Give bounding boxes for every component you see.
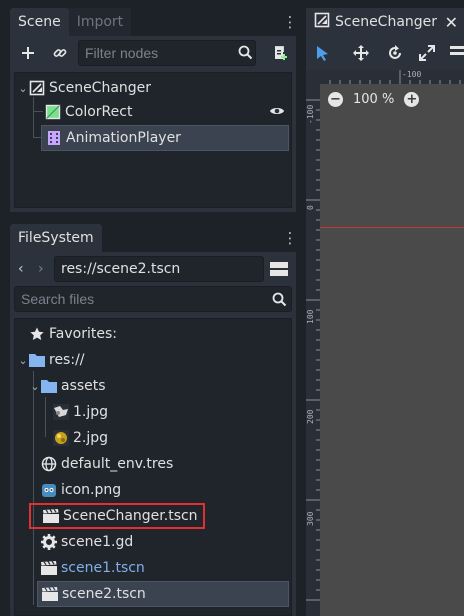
filesystem-dock-panel: ‹ › res://scene2.tscn Favorites: ⌄ (10, 252, 296, 616)
search-icon (238, 45, 253, 64)
tree-item-label: scene1.gd (61, 534, 134, 550)
tab-filesystem[interactable]: FileSystem (10, 224, 102, 252)
tree-item-assets[interactable]: ⌄ assets (29, 373, 106, 399)
tree-node-colorrect[interactable]: ColorRect (45, 99, 289, 125)
clapperboard-icon (42, 586, 58, 602)
scene-tab-icon (314, 12, 330, 32)
tree-item-label: 2.jpg (73, 430, 109, 446)
zoom-controls: − 100 % + (328, 92, 420, 107)
folder-icon (41, 378, 57, 394)
gear-icon (41, 534, 57, 550)
scene-tree: ⌄ SceneChanger ColorRect AnimationPlayer (14, 72, 292, 208)
file-tree: Favorites: ⌄ res:// ⌄ assets 1.jpg 2.jpg… (14, 318, 292, 616)
tree-item-label: assets (61, 378, 106, 394)
collapse-arrow-icon[interactable]: ⌄ (17, 354, 29, 367)
select-tool-icon[interactable] (316, 45, 330, 65)
add-node-button[interactable] (16, 41, 40, 65)
search-files-input[interactable] (14, 286, 292, 312)
tab-scene[interactable]: Scene (10, 8, 69, 36)
tree-item-icon-png[interactable]: icon.png (41, 477, 121, 503)
back-arrow-icon[interactable]: ‹ (18, 261, 24, 277)
rotate-tool-icon[interactable] (386, 44, 404, 66)
star-icon (29, 326, 45, 342)
image-thumbnail-icon (53, 404, 69, 420)
tree-node-label: ColorRect (65, 104, 133, 120)
attach-script-button[interactable] (268, 41, 292, 65)
vertical-ruler: -100 0 100 200 300 (306, 84, 320, 616)
move-tool-icon[interactable] (352, 44, 370, 66)
ruler-label: 100 (306, 309, 315, 324)
viewport-toolbar (306, 36, 464, 70)
zoom-level[interactable]: 100 % (353, 92, 394, 107)
viewport-tabbar: SceneChanger ✕ (306, 8, 464, 36)
tree-item-label: scene1.tscn (61, 560, 145, 576)
visibility-eye-icon[interactable] (269, 104, 285, 122)
path-field[interactable]: res://scene2.tscn (54, 256, 264, 282)
environment-icon (41, 456, 57, 472)
tree-item-label: 1.jpg (73, 404, 109, 420)
ruler-label: -100 (402, 70, 422, 79)
tree-item-label: scene2.tscn (62, 586, 146, 602)
tree-item-scenechanger-tscn[interactable]: SceneChanger.tscn (29, 503, 205, 529)
collapse-arrow-icon[interactable]: ⌄ (29, 380, 41, 393)
plus-icon (22, 47, 34, 59)
link-icon (53, 49, 67, 57)
tree-item-2-jpg[interactable]: 2.jpg (53, 425, 108, 451)
tree-item-default-env[interactable]: default_env.tres (41, 451, 173, 477)
image-thumbnail-icon (53, 430, 69, 446)
ruler-label: 0 (306, 205, 315, 210)
split-view-toggle-icon[interactable] (270, 261, 288, 277)
tree-item-1-jpg[interactable]: 1.jpg (53, 399, 108, 425)
forward-arrow-icon[interactable]: › (38, 261, 44, 277)
scene-root-icon (29, 80, 45, 96)
filesystem-dock-menu-icon[interactable]: ⋮ (283, 224, 298, 252)
tree-item-scene1-gd[interactable]: scene1.gd (41, 529, 133, 555)
instance-scene-button[interactable] (48, 41, 72, 65)
animationplayer-icon (46, 130, 62, 146)
list-tool-icon[interactable] (448, 44, 464, 66)
folder-icon (29, 352, 45, 368)
x-axis-origin-line (320, 227, 464, 228)
tree-item-res-root[interactable]: ⌄ res:// (17, 347, 85, 373)
scale-tool-icon[interactable] (418, 44, 436, 66)
tree-item-label: icon.png (61, 482, 122, 498)
collapse-arrow-icon[interactable]: ⌄ (17, 82, 29, 95)
zoom-out-button[interactable]: − (328, 92, 343, 107)
ruler-label: -100 (306, 104, 315, 124)
scene-dock-tabbar: Scene Import (10, 8, 132, 36)
tree-node-animationplayer[interactable]: AnimationPlayer (41, 125, 289, 151)
clapperboard-icon (43, 508, 59, 524)
zoom-in-button[interactable]: + (404, 92, 420, 107)
tree-item-label: res:// (49, 352, 85, 368)
scene-dock-panel: ⌄ SceneChanger ColorRect Anima (10, 36, 296, 212)
tree-item-scene2-tscn[interactable]: scene2.tscn (37, 581, 289, 607)
horizontal-ruler: -100 (306, 70, 464, 84)
canvas-viewport[interactable]: -100 -100 0 100 200 300 − 100 % + (306, 70, 464, 616)
tree-item-label: Favorites: (49, 326, 117, 342)
ruler-label: 200 (306, 409, 315, 424)
editor-root: Scene Import ⋮ Filter nodes ⌄ SceneChang… (0, 0, 464, 616)
godot-icon (41, 482, 57, 498)
tree-item-label: SceneChanger.tscn (63, 508, 198, 524)
scene-dock-menu-icon[interactable]: ⋮ (283, 8, 298, 36)
tree-item-label: default_env.tres (61, 456, 174, 472)
close-tab-icon[interactable]: ✕ (445, 13, 458, 32)
tree-item-scene1-tscn[interactable]: scene1.tscn (41, 555, 145, 581)
filesystem-dock-tabbar: FileSystem (10, 224, 102, 252)
filter-nodes-input[interactable] (78, 40, 256, 66)
tree-node-label: SceneChanger (49, 80, 152, 96)
colorrect-icon (45, 104, 61, 120)
tree-node-scenechanger[interactable]: ⌄ SceneChanger (17, 75, 289, 101)
ruler-label: 300 (306, 511, 315, 526)
script-add-icon (275, 46, 287, 60)
search-icon (272, 292, 287, 311)
tab-scenechanger[interactable]: SceneChanger (335, 14, 437, 30)
tree-item-favorites[interactable]: Favorites: (29, 321, 117, 347)
tab-import[interactable]: Import (68, 8, 132, 36)
clapperboard-icon (41, 560, 57, 576)
tree-node-label: AnimationPlayer (66, 130, 181, 146)
